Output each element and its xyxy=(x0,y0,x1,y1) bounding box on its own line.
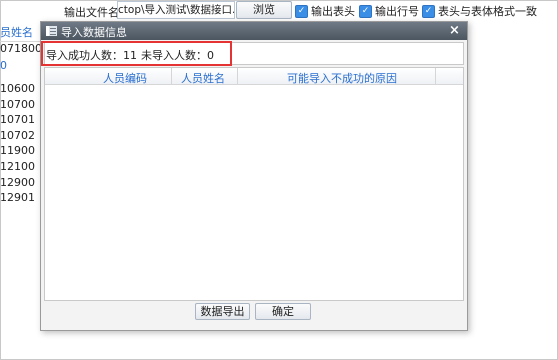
employee-code-list: 10600 10700 10701 10702 11900 12100 1290… xyxy=(0,81,35,206)
table-cell[interactable]: 071800 xyxy=(0,42,42,55)
table-row[interactable]: 10600 xyxy=(0,81,35,97)
employee-grid: 员姓名 071800 0 10600 10700 10701 10702 119… xyxy=(0,21,42,211)
output-file-input[interactable]: ctop\导入测试\数据接口.xls xyxy=(117,1,235,19)
column-header-failure-reason[interactable]: 可能导入不成功的原因 xyxy=(287,70,397,86)
checkbox-label: 输出行号 xyxy=(375,5,419,18)
table-cell: 0 xyxy=(0,59,7,72)
output-row-number-checkbox[interactable]: ✓ 输出行号 xyxy=(359,3,419,19)
window-icon xyxy=(46,26,57,36)
dialog-title: 导入数据信息 xyxy=(61,26,127,39)
table-row[interactable]: 11900 xyxy=(0,143,35,159)
column-separator xyxy=(435,68,436,84)
output-header-checkbox[interactable]: ✓ 输出表头 xyxy=(295,3,355,19)
export-data-button[interactable]: 数据导出 xyxy=(195,303,250,320)
table-row[interactable]: 10702 xyxy=(0,128,35,144)
header-body-format-checkbox[interactable]: ✓ 表头与表体格式一致 xyxy=(422,3,537,19)
close-icon[interactable]: × xyxy=(449,23,460,38)
table-row[interactable]: 10701 xyxy=(0,112,35,128)
checkbox-label: 表头与表体格式一致 xyxy=(438,5,537,18)
summary-highlight-box xyxy=(41,41,232,66)
table-row[interactable]: 10700 xyxy=(0,97,35,113)
browse-button[interactable]: 浏览 xyxy=(236,1,292,19)
employee-name-column-header[interactable]: 员姓名 xyxy=(0,24,33,40)
table-row[interactable]: 12901 xyxy=(0,190,35,206)
import-info-dialog: 导入数据信息 × 导入成功人数：11 未导入人数：0 人员编码 人员姓名 可能导… xyxy=(40,21,468,331)
column-header-employee-code[interactable]: 人员编码 xyxy=(103,70,147,86)
table-row[interactable]: 12100 xyxy=(0,159,35,175)
column-separator xyxy=(237,68,238,84)
output-file-label: 输出文件名 xyxy=(64,6,119,19)
ok-button[interactable]: 确定 xyxy=(255,303,311,320)
checkmark-icon: ✓ xyxy=(359,4,372,18)
failed-records-grid: 人员编码 人员姓名 可能导入不成功的原因 xyxy=(44,67,464,301)
column-separator xyxy=(171,68,172,84)
grid-header: 人员编码 人员姓名 可能导入不成功的原因 xyxy=(45,68,463,85)
checkmark-icon: ✓ xyxy=(422,4,435,18)
table-row[interactable]: 12900 xyxy=(0,175,35,191)
checkmark-icon: ✓ xyxy=(295,4,308,18)
checkbox-label: 输出表头 xyxy=(311,5,355,18)
export-toolbar: 输出文件名 ctop\导入测试\数据接口.xls 浏览 ✓ 输出表头 ✓ 输出行… xyxy=(0,0,556,20)
dialog-title-bar[interactable]: 导入数据信息 × xyxy=(41,22,467,40)
column-header-employee-name[interactable]: 人员姓名 xyxy=(181,70,225,86)
